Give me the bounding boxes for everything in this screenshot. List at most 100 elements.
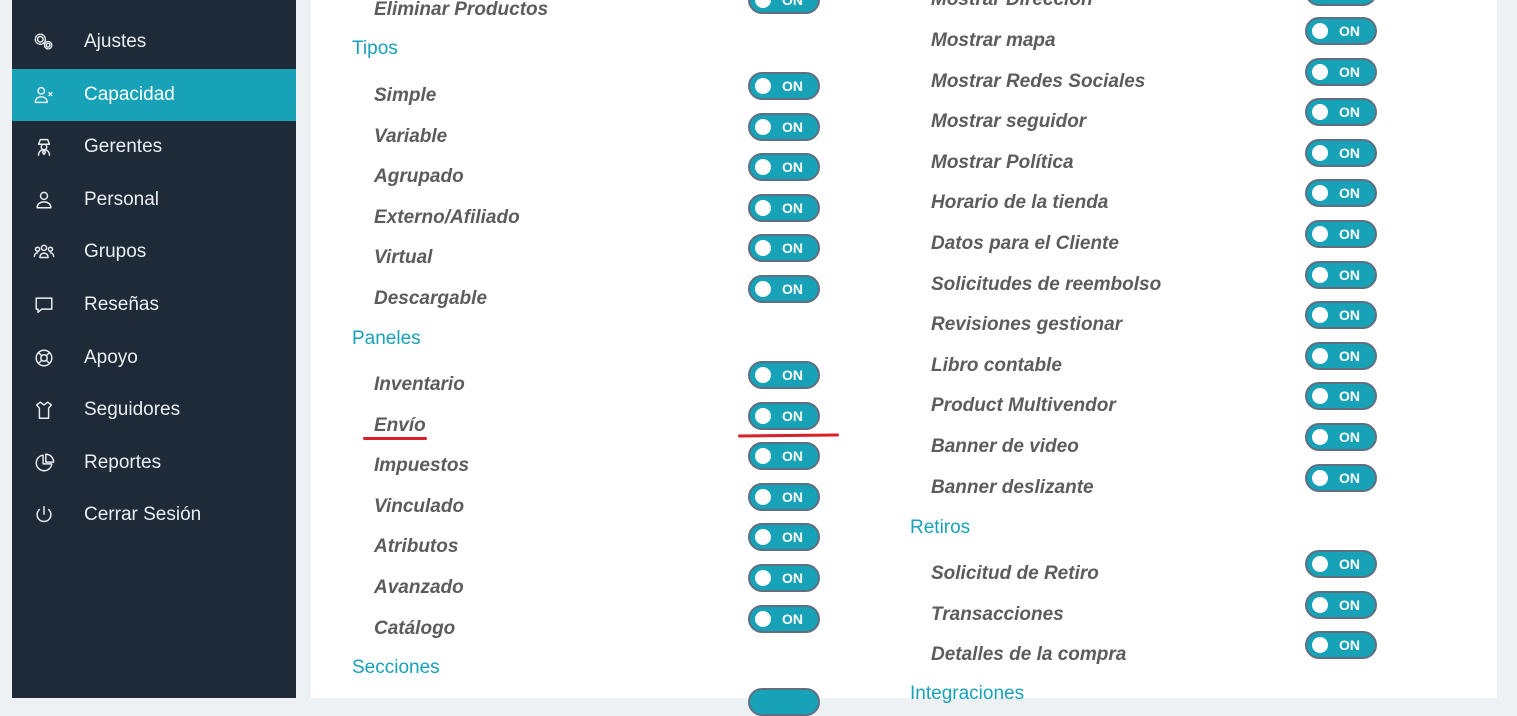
mostrar-direccion-toggle[interactable]: ON bbox=[1305, 0, 1377, 6]
toggle-knob bbox=[1312, 307, 1328, 324]
toggle-state-text: ON bbox=[782, 118, 803, 135]
revisiones-gestionar-toggle[interactable]: ON bbox=[1305, 301, 1377, 330]
mostrar-seguidor-toggle[interactable]: ON bbox=[1305, 98, 1377, 127]
banner-deslizante-toggle[interactable]: ON bbox=[1305, 463, 1377, 492]
toggle-knob bbox=[755, 488, 771, 505]
sidebar-item-reseñas[interactable]: Reseñas bbox=[12, 279, 296, 331]
avanzado-label: Avanzado bbox=[374, 577, 464, 598]
libro-contable-toggle[interactable]: ON bbox=[1305, 341, 1377, 370]
solicitud-de-retiro-label: Solicitud de Retiro bbox=[931, 563, 1099, 584]
virtual-toggle[interactable]: ON bbox=[748, 234, 820, 263]
toggle-state-text: ON bbox=[1339, 23, 1360, 39]
sidebar-item-capacidad[interactable]: Capacidad bbox=[12, 68, 296, 121]
sidebar-item-personal[interactable]: Personal bbox=[12, 174, 296, 226]
toggle-state-text: ON bbox=[1339, 144, 1360, 161]
page-gutter bbox=[1497, 0, 1517, 698]
toggle-state-text: ON bbox=[1339, 556, 1360, 572]
toggle-state-text: ON bbox=[782, 570, 803, 586]
sidebar-item-cerrar-sesión[interactable]: Cerrar Sesión bbox=[12, 489, 296, 541]
secciones-first-toggle[interactable] bbox=[748, 688, 820, 716]
impuestos-toggle[interactable]: ON bbox=[748, 442, 820, 471]
mostrar-redes-sociales-label: Mostrar Redes Sociales bbox=[931, 70, 1146, 92]
inventario-toggle[interactable]: ON bbox=[748, 361, 820, 389]
toggle-state-text: ON bbox=[782, 0, 803, 8]
detalles-de-la-compra-label: Detalles de la compra bbox=[931, 644, 1127, 666]
solicitud-de-retiro-toggle[interactable]: ON bbox=[1305, 550, 1377, 578]
avanzado-toggle[interactable]: ON bbox=[748, 564, 820, 592]
banner-de-video-label: Banner de video bbox=[931, 436, 1079, 457]
toggle-state-text: ON bbox=[1339, 185, 1360, 202]
toggle-knob bbox=[755, 118, 771, 135]
datos-para-el-cliente-toggle[interactable]: ON bbox=[1305, 220, 1377, 248]
product-multivendor-toggle[interactable]: ON bbox=[1305, 382, 1377, 411]
toggle-knob bbox=[1312, 596, 1328, 613]
sidebar-item-gerentes[interactable]: Gerentes bbox=[12, 121, 296, 173]
sidebar: Ajustes Capacidad Gerentes Personal Grupos Re… bbox=[12, 0, 296, 698]
toggle-state-text: ON bbox=[1339, 347, 1360, 364]
toggle-state-text: ON bbox=[782, 448, 803, 465]
transacciones-toggle[interactable]: ON bbox=[1305, 590, 1377, 619]
mostrar-politica-label: Mostrar Política bbox=[931, 151, 1074, 173]
solicitudes-de-reembolso-toggle[interactable]: ON bbox=[1305, 260, 1377, 289]
envio-toggle[interactable]: ON bbox=[748, 401, 820, 430]
mostrar-direccion-label: Mostrar Dirección bbox=[931, 0, 1093, 12]
toggle-knob bbox=[1312, 429, 1328, 445]
agrupado-toggle[interactable]: ON bbox=[748, 153, 820, 182]
vinculado-toggle[interactable]: ON bbox=[748, 482, 820, 511]
toggle-state-text: ON bbox=[782, 159, 803, 176]
mostrar-politica-toggle[interactable]: ON bbox=[1305, 138, 1377, 167]
descargable-toggle[interactable]: ON bbox=[748, 275, 820, 303]
section-title-integraciones: Integraciones bbox=[910, 683, 1025, 704]
variable-label: Variable bbox=[374, 125, 448, 147]
toggle-state-text: ON bbox=[1339, 596, 1360, 613]
toggle-state-text: ON bbox=[1339, 307, 1360, 324]
transacciones-label: Transacciones bbox=[931, 603, 1064, 625]
mostrar-mapa-toggle[interactable]: ON bbox=[1305, 17, 1377, 45]
toggle-knob bbox=[755, 199, 771, 216]
sidebar-item-ajustes[interactable]: Ajustes bbox=[12, 16, 296, 68]
horario-de-la-tienda-label: Horario de la tienda bbox=[931, 192, 1109, 214]
variable-toggle[interactable]: ON bbox=[748, 112, 820, 141]
sidebar-item-label: Ajustes bbox=[84, 31, 147, 52]
sidebar-item-reportes[interactable]: Reportes bbox=[12, 437, 296, 489]
banner-deslizante-label: Banner deslizante bbox=[931, 476, 1094, 498]
sidebar-item-grupos[interactable]: Grupos bbox=[12, 226, 296, 278]
libro-contable-label: Libro contable bbox=[931, 354, 1062, 376]
power-icon bbox=[32, 503, 56, 527]
product-multivendor-label: Product Multivendor bbox=[931, 395, 1116, 417]
detalles-de-la-compra-toggle[interactable]: ON bbox=[1305, 631, 1377, 660]
solicitudes-de-reembolso-label: Solicitudes de reembolso bbox=[931, 273, 1162, 295]
toggle-state-text: ON bbox=[1339, 0, 1360, 1]
catalogo-toggle[interactable]: ON bbox=[748, 604, 820, 633]
toggle-knob bbox=[755, 281, 771, 297]
atributos-toggle[interactable]: ON bbox=[748, 523, 820, 552]
simple-toggle[interactable]: ON bbox=[748, 72, 820, 100]
atributos-label: Atributos bbox=[374, 536, 459, 558]
user-icon bbox=[32, 188, 56, 212]
externo-afiliado-toggle[interactable]: ON bbox=[748, 193, 820, 222]
sidebar-item-apoyo[interactable]: Apoyo bbox=[12, 332, 296, 384]
toggle-state-text: ON bbox=[1339, 266, 1360, 283]
eliminar-productos-toggle[interactable]: ON bbox=[748, 0, 820, 14]
section-title-tipos: Tipos bbox=[352, 38, 398, 59]
toggle-state-text: ON bbox=[782, 240, 803, 257]
section-title-paneles: Paneles bbox=[352, 328, 421, 349]
banner-de-video-toggle[interactable]: ON bbox=[1305, 423, 1377, 451]
lifebuoy-icon bbox=[32, 346, 56, 370]
toggle-state-text: ON bbox=[782, 529, 803, 546]
toggle-knob bbox=[1312, 388, 1328, 405]
section-title-retiros: Retiros bbox=[910, 517, 971, 538]
envio-label: Envío bbox=[374, 414, 426, 436]
toggle-knob bbox=[1312, 185, 1328, 202]
horario-de-la-tienda-toggle[interactable]: ON bbox=[1305, 179, 1377, 208]
toggle-state-text: ON bbox=[782, 367, 803, 383]
gears-icon bbox=[32, 30, 56, 54]
inventario-label: Inventario bbox=[374, 374, 465, 395]
toggle-state-text: ON bbox=[1339, 429, 1360, 445]
mostrar-redes-sociales-toggle[interactable]: ON bbox=[1305, 57, 1377, 86]
sidebar-item-seguidores[interactable]: Seguidores bbox=[12, 384, 296, 436]
toggle-state-text: ON bbox=[1339, 226, 1360, 242]
toggle-knob bbox=[1312, 144, 1328, 161]
eliminar-productos-label: Eliminar Productos bbox=[374, 0, 549, 20]
toggle-state-text: ON bbox=[1339, 388, 1360, 405]
